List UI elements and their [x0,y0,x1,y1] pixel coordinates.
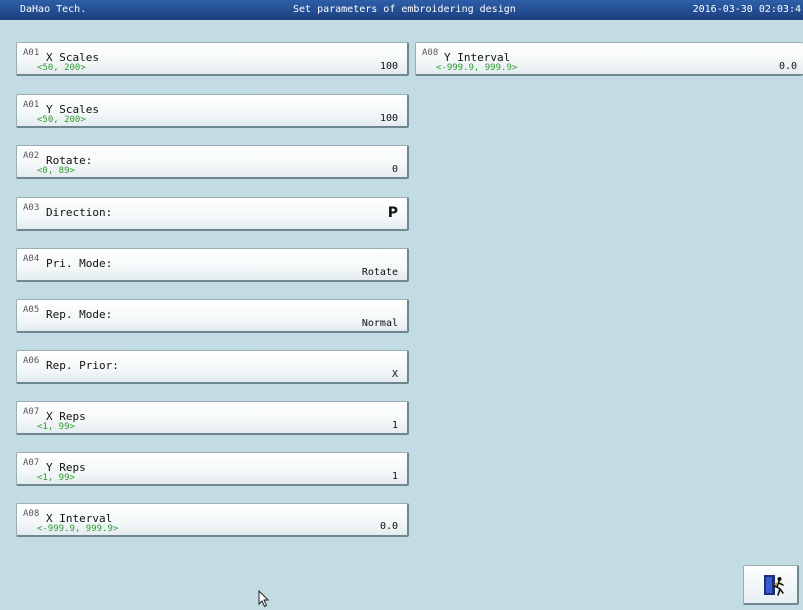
param-value: Rotate [361,267,398,278]
param-code: A07 [23,407,40,417]
param-code: A02 [23,151,40,161]
param-rep-prior[interactable]: A06 Rep. Prior: X [16,350,409,384]
param-code: A04 [23,254,40,264]
param-range: <1, 99> [37,422,75,432]
param-x-scales[interactable]: A01 X Scales <50, 200> 100 [16,42,409,76]
param-rep-mode[interactable]: A05 Rep. Mode: Normal [16,299,409,333]
param-label: Direction: [46,206,113,219]
param-value: 0 [391,164,398,175]
title-bar: DaHao Tech. Set parameters of embroideri… [0,0,803,20]
brand-label: DaHao Tech. [20,4,87,15]
param-range: <0, 89> [37,166,75,176]
param-code: A01 [23,100,40,110]
param-value: 100 [379,61,398,72]
param-y-scales[interactable]: A01 Y Scales <50, 200> 100 [16,94,409,128]
param-label: Rep. Prior: [46,359,119,372]
param-rotate[interactable]: A02 Rotate: <0, 89> 0 [16,145,409,179]
param-code: A01 [23,48,40,58]
param-range: <-999.9, 999.9> [37,524,119,534]
param-value: 1 [391,420,398,431]
param-x-reps[interactable]: A07 X Reps <1, 99> 1 [16,401,409,435]
param-value: 1 [391,471,398,482]
param-code: A05 [23,305,40,315]
param-value: 0.0 [379,521,398,532]
page-title: Set parameters of embroidering design [293,4,516,15]
param-direction[interactable]: A03 Direction: P [16,197,409,231]
param-label: Pri. Mode: [46,257,113,270]
param-pri-mode[interactable]: A04 Pri. Mode: Rotate [16,248,409,282]
param-value: Normal [361,318,398,329]
exit-door-icon [764,575,784,596]
param-code: A08 [23,509,40,519]
param-code: A08 [422,48,439,58]
param-value: P [387,205,398,221]
param-range: <50, 200> [37,115,86,125]
param-label: Rep. Mode: [46,308,113,321]
param-range: <-999.9, 999.9> [436,63,518,73]
datetime-display: 2016-03-30 02:03:4 [692,4,801,15]
param-code: A07 [23,458,40,468]
exit-button[interactable] [743,565,799,605]
param-range: <50, 200> [37,63,86,73]
mouse-cursor-icon [258,590,270,608]
param-code: A03 [23,203,40,213]
param-value: 100 [379,113,398,124]
param-y-reps[interactable]: A07 Y Reps <1, 99> 1 [16,452,409,486]
param-range: <1, 99> [37,473,75,483]
param-x-interval[interactable]: A08 X Interval <-999.9, 999.9> 0.0 [16,503,409,537]
param-value: 0.0 [778,61,797,72]
param-y-interval[interactable]: A08 Y Interval <-999.9, 999.9> 0.0 [415,42,803,76]
param-value: X [391,369,398,380]
param-code: A06 [23,356,40,366]
